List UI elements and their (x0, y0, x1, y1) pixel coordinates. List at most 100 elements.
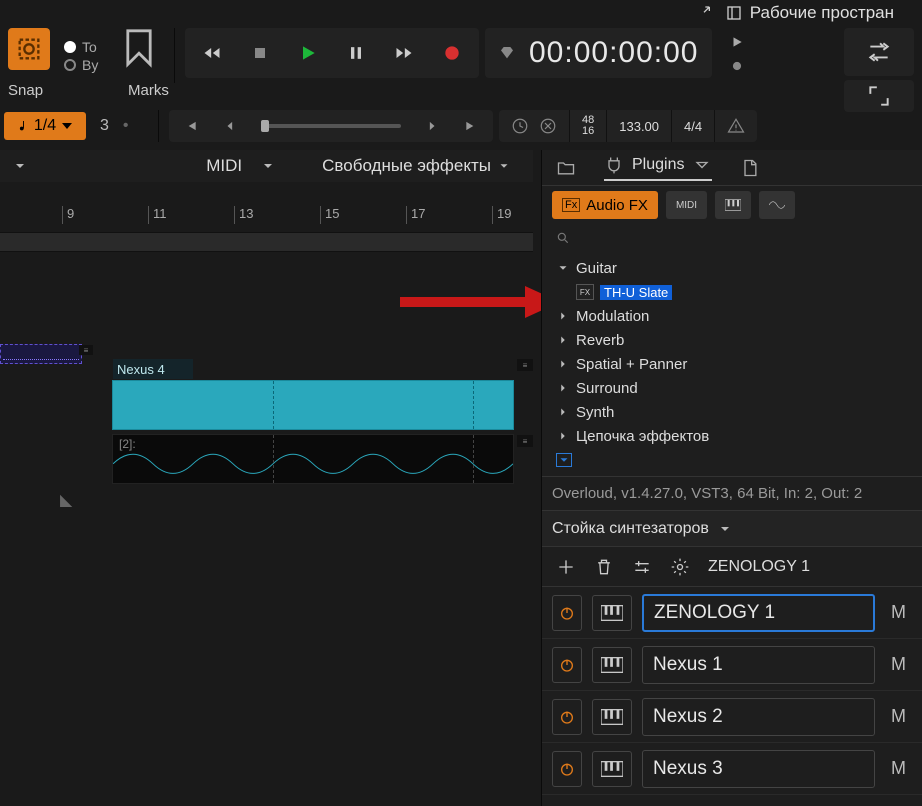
clip-grip-icon[interactable]: ≡ (517, 435, 533, 447)
search-icon (556, 231, 570, 245)
synth-row[interactable]: Nexus 2 M (542, 691, 922, 743)
snap-by-dot[interactable] (64, 59, 76, 71)
prev-marker-button[interactable] (211, 112, 251, 140)
snap-to-label: To (82, 39, 97, 55)
mute-button[interactable]: M (885, 706, 912, 727)
metronome-icon[interactable] (511, 117, 529, 135)
timecode-value: 00:00:00:00 (529, 36, 698, 70)
mute-button[interactable]: M (885, 758, 912, 779)
keyboard-icon[interactable] (592, 699, 632, 735)
chevron-right-icon (556, 309, 570, 323)
synth-row[interactable]: ZENOLOGY 1 M (542, 587, 922, 639)
power-button[interactable] (552, 699, 582, 735)
chevron-down-icon[interactable] (12, 158, 28, 174)
rewind-button[interactable] (189, 32, 235, 74)
fx-filter-chip[interactable] (759, 191, 795, 219)
synth-name[interactable]: Nexus 2 (642, 698, 875, 736)
synth-row[interactable]: Nexus 3 M (542, 743, 922, 795)
chevron-right-icon (556, 381, 570, 395)
chevron-right-icon (556, 405, 570, 419)
synth-name[interactable]: Nexus 3 (642, 750, 875, 788)
synth-name[interactable]: ZENOLOGY 1 (642, 594, 875, 632)
free-fx-dropdown[interactable]: Свободные эффекты (312, 156, 521, 176)
chevron-down-icon (692, 155, 712, 175)
warning-icon[interactable] (727, 117, 745, 135)
keyboard-icon[interactable] (592, 751, 632, 787)
rack-selected-name: ZENOLOGY 1 (708, 558, 810, 576)
synth-name[interactable]: Nexus 1 (642, 646, 875, 684)
add-synth-button[interactable] (556, 557, 576, 577)
workspace-icon (726, 5, 742, 21)
goto-start-button[interactable] (171, 112, 211, 140)
settings-sliders-button[interactable] (632, 557, 652, 577)
expand-button[interactable] (844, 80, 914, 112)
tab-plugins[interactable]: Plugins (604, 155, 712, 181)
synth-rack-header[interactable]: Стойка синтезаторов (542, 510, 922, 546)
file-icon[interactable] (740, 158, 760, 178)
tree-item-thu-slate[interactable]: FX TH-U Slate (546, 280, 918, 304)
goto-end-button[interactable] (451, 112, 491, 140)
audio-clip[interactable]: Nexus 4 ≡ (112, 380, 514, 430)
collapse-tri-icon[interactable]: ◣ (60, 490, 72, 510)
snap-button[interactable] (8, 28, 50, 70)
waveform-clip[interactable]: [2]: ≡ (112, 434, 514, 484)
timesig-display[interactable]: 4/4 (671, 110, 714, 142)
keyboard-icon[interactable] (592, 647, 632, 683)
next-marker-button[interactable] (411, 112, 451, 140)
folder-icon[interactable] (556, 158, 576, 178)
workspaces-label[interactable]: Рабочие простран (750, 3, 894, 23)
marks-icon[interactable] (122, 28, 156, 70)
midi-dropdown[interactable]: MIDI (196, 156, 252, 176)
timeline-ruler[interactable]: 9 11 13 15 17 19 (0, 206, 533, 226)
tree-item-chain[interactable]: Цепочка эффектов (546, 424, 918, 448)
tap-tempo-icon[interactable] (539, 117, 557, 135)
search-input[interactable] (542, 224, 922, 252)
power-button[interactable] (552, 751, 582, 787)
transport-controls (185, 28, 479, 78)
marks-count: 3 (100, 117, 109, 135)
play-button[interactable] (285, 32, 331, 74)
beat-display[interactable]: 4816 (569, 110, 606, 142)
mute-button[interactable]: M (885, 602, 912, 623)
keyboard-icon[interactable] (592, 595, 632, 631)
fx-plugin-icon: FX (576, 284, 594, 300)
clip-label: Nexus 4 (113, 359, 193, 379)
collapse-icon[interactable] (702, 5, 718, 21)
midi-filter-chip[interactable]: MIDI (666, 191, 707, 219)
chevron-down-icon (717, 521, 733, 537)
tree-item-collapsed[interactable] (546, 448, 918, 472)
pause-button[interactable] (333, 32, 379, 74)
instrument-filter-chip[interactable] (715, 191, 751, 219)
bpm-display[interactable]: 133.00 (606, 110, 671, 142)
power-button[interactable] (552, 595, 582, 631)
clip-lane[interactable]: ≡ (0, 342, 533, 370)
chevron-down-icon[interactable] (260, 158, 276, 174)
mini-record-button[interactable] (722, 56, 752, 76)
scrub-slider[interactable] (261, 124, 401, 128)
tree-item-modulation[interactable]: Modulation (546, 304, 918, 328)
clip-grip-icon[interactable]: ≡ (79, 345, 93, 355)
synth-row[interactable]: Nexus 1 M (542, 639, 922, 691)
mini-play-button[interactable] (722, 32, 752, 52)
audio-fx-chip[interactable]: Fx Audio FX (552, 191, 658, 219)
chevron-right-icon (556, 333, 570, 347)
tree-item-spatial[interactable]: Spatial + Panner (546, 352, 918, 376)
clip-grip-icon[interactable]: ≡ (517, 359, 533, 371)
snap-to-dot[interactable] (64, 41, 76, 53)
midi-clip[interactable]: ≡ (0, 344, 82, 364)
tree-item-reverb[interactable]: Reverb (546, 328, 918, 352)
stop-button[interactable] (237, 32, 283, 74)
tree-item-synth[interactable]: Synth (546, 400, 918, 424)
power-button[interactable] (552, 647, 582, 683)
gear-icon[interactable] (670, 557, 690, 577)
tree-item-guitar[interactable]: Guitar (546, 256, 918, 280)
tree-item-surround[interactable]: Surround (546, 376, 918, 400)
delete-synth-button[interactable] (594, 557, 614, 577)
timecode-display[interactable]: 00:00:00:00 (485, 28, 712, 78)
loop-button[interactable] (844, 28, 914, 76)
snap-value[interactable]: 1/4 (4, 112, 86, 140)
fast-forward-button[interactable] (381, 32, 427, 74)
record-button[interactable] (429, 32, 475, 74)
snap-by-label: By (82, 57, 98, 73)
mute-button[interactable]: M (885, 654, 912, 675)
